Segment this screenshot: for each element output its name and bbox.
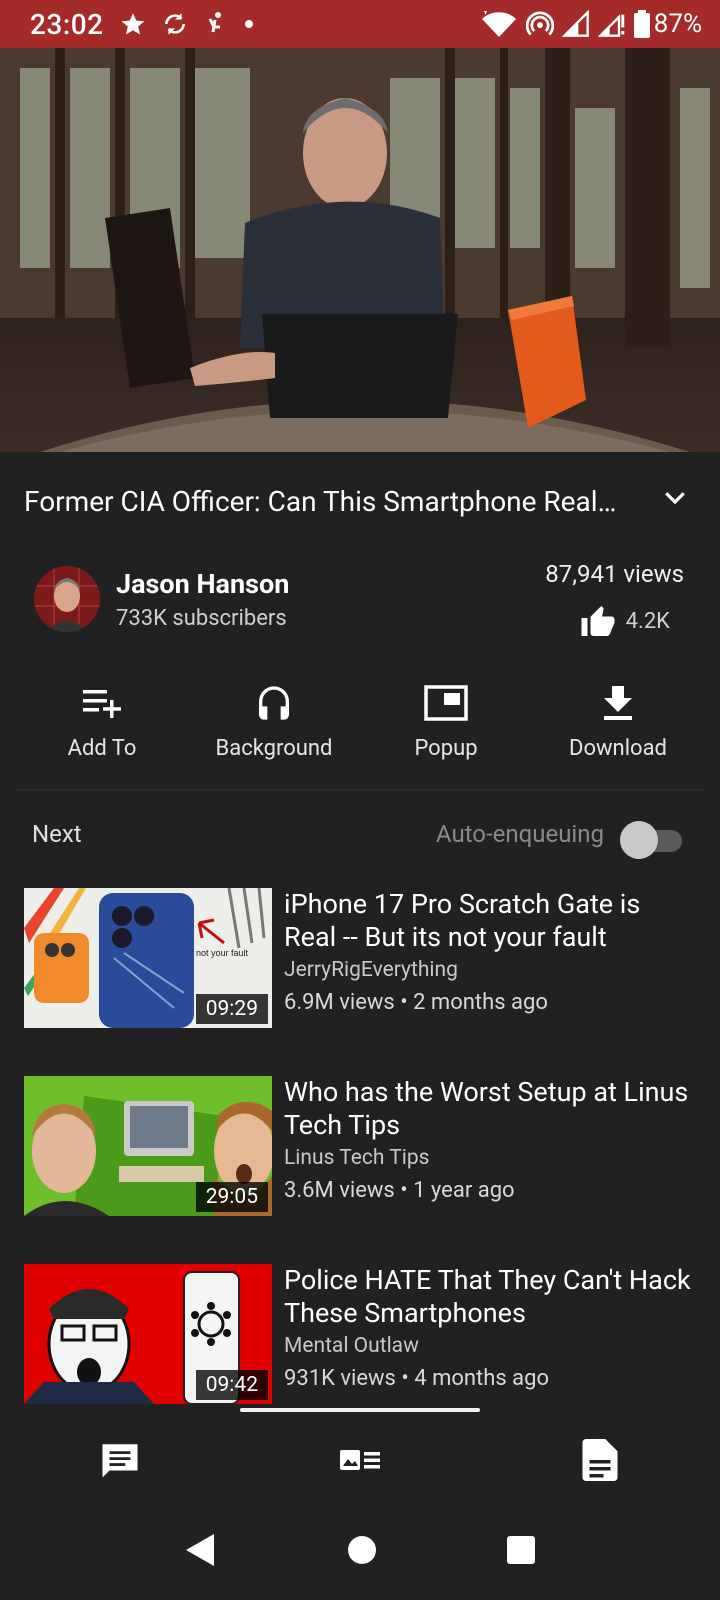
accessibility-icon: [208, 12, 221, 33]
add-to-button[interactable]: Add To: [16, 680, 188, 761]
related-list: not your fault 09:29 iPhone 17 Pro Scrat…: [24, 888, 704, 1452]
tab-description[interactable]: [540, 1439, 660, 1481]
next-row: Next Auto-enqueuing: [32, 820, 682, 860]
popup-window-icon: [424, 685, 468, 721]
video-stats: 3.6M views • 1 year ago: [284, 1178, 515, 1203]
scroll-indicator: [240, 1408, 480, 1412]
home-icon[interactable]: [347, 1535, 377, 1565]
dot-icon: [244, 20, 253, 28]
like-section: 4.2K: [580, 604, 670, 638]
battery-percent: 87%: [653, 9, 702, 39]
thumb-caption: not your fault: [196, 948, 249, 958]
action-bar: Add To Background Popup Download: [16, 680, 704, 761]
video-channel: JerryRigEverything: [284, 958, 458, 982]
chevron-down-icon[interactable]: [660, 482, 690, 512]
list-item[interactable]: 29:05 Who has the Worst Setup at Linus T…: [24, 1076, 704, 1264]
wifi-icon: [482, 11, 516, 37]
video-title: iPhone 17 Pro Scratch Gate is Real -- Bu…: [284, 888, 641, 953]
video-title: Former CIA Officer: Can This Smartphone …: [24, 484, 617, 518]
auto-enqueue-toggle[interactable]: [620, 821, 682, 859]
video-title: Who has the Worst Setup at Linus Tech Ti…: [284, 1076, 689, 1141]
video-duration: 09:29: [195, 994, 268, 1024]
download-icon: [604, 686, 632, 720]
video-title-row[interactable]: Former CIA Officer: Can This Smartphone …: [24, 476, 704, 526]
background-button[interactable]: Background: [188, 680, 360, 761]
list-item[interactable]: not your fault 09:29 iPhone 17 Pro Scrat…: [24, 888, 704, 1076]
like-count: 4.2K: [625, 608, 670, 634]
popup-button[interactable]: Popup: [360, 680, 532, 761]
playlist-add-icon: [83, 690, 121, 718]
video-duration: 09:42: [195, 1370, 268, 1400]
download-button[interactable]: Download: [532, 680, 704, 761]
tab-comments[interactable]: [60, 1439, 180, 1481]
headphones-icon: [259, 686, 289, 720]
signal-alert-icon: [598, 14, 625, 37]
recents-icon[interactable]: [506, 1535, 536, 1565]
back-icon[interactable]: [184, 1532, 218, 1568]
status-time: 23:02: [30, 7, 104, 41]
next-label: Next: [32, 820, 82, 848]
video-player[interactable]: [0, 48, 720, 452]
popup-label: Popup: [414, 736, 478, 761]
hotspot-icon: [526, 11, 554, 36]
channel-info[interactable]: Jason Hanson 733K subscribers: [34, 566, 289, 632]
video-stats: 931K views • 4 months ago: [284, 1366, 550, 1391]
divider: [16, 789, 704, 790]
status-bar: 23:02 87%: [0, 0, 720, 48]
video-frame: [0, 48, 720, 452]
video-thumbnail[interactable]: 09:42: [24, 1264, 272, 1404]
tab-related[interactable]: [300, 1444, 420, 1476]
video-thumbnail[interactable]: 29:05: [24, 1076, 272, 1216]
video-channel: Mental Outlaw: [284, 1334, 419, 1358]
bottom-tab-bar: [0, 1420, 720, 1500]
video-thumbnail[interactable]: not your fault 09:29: [24, 888, 272, 1028]
download-label: Download: [569, 736, 667, 761]
auto-enqueue-label: Auto-enqueuing: [435, 820, 604, 848]
video-title: Police HATE That They Can't Hack These S…: [284, 1264, 691, 1329]
related-videos-icon: [340, 1450, 380, 1470]
thumbs-up-icon: [581, 606, 615, 636]
system-nav-bar: [0, 1500, 720, 1600]
add-to-label: Add To: [67, 736, 137, 761]
subscriber-count: 733K subscribers: [116, 605, 287, 631]
battery-icon: [634, 10, 650, 38]
video-channel: Linus Tech Tips: [284, 1146, 430, 1170]
comments-icon: [102, 1444, 138, 1478]
signal-icon: [562, 10, 589, 37]
video-stats: 6.9M views • 2 months ago: [284, 990, 548, 1015]
sync-icon: [164, 13, 185, 35]
video-duration: 29:05: [195, 1182, 268, 1212]
avatar[interactable]: [34, 566, 100, 632]
star-icon: [121, 13, 144, 35]
channel-name: Jason Hanson: [116, 567, 290, 600]
view-count: 87,941 views: [545, 560, 684, 588]
background-label: Background: [215, 736, 333, 761]
description-icon: [582, 1439, 618, 1481]
